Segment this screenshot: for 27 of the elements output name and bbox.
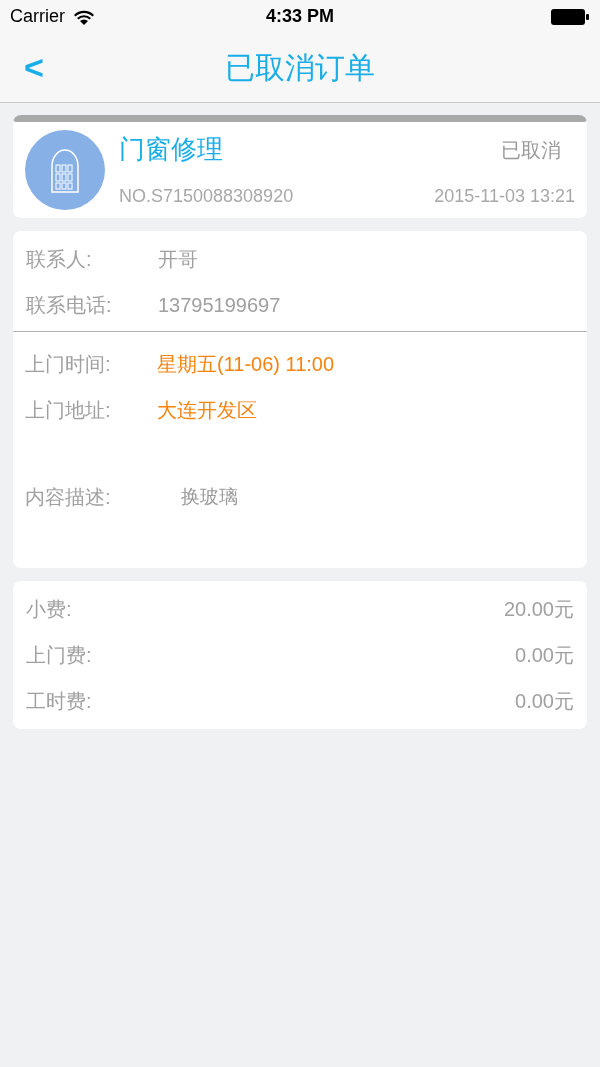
fee-label: 工时费: [26,689,92,714]
field-label: 上门地址: [25,398,112,423]
back-button[interactable]: < [24,47,44,87]
order-number: NO.S7150088308920 [119,185,294,208]
wifi-icon [73,8,95,25]
fee-label: 小费: [26,597,72,622]
field-label: 上门时间: [25,352,112,377]
fee-amount: 0.00元 [515,643,574,668]
field-label: 内容描述: [25,485,112,510]
battery-icon [550,7,590,26]
field-value: 13795199697 [158,293,281,318]
service-name: 门窗修理 [119,133,223,166]
status-time: 4:33 PM [266,5,334,28]
carrier-label: Carrier [10,5,65,28]
fee-amount: 20.00元 [503,597,574,622]
page-title: 已取消订单 [225,50,375,86]
field-label: 联系人: [26,247,93,272]
order-datetime: 2015-11-03 13:21 [434,185,575,208]
field-value: 开哥 [158,247,198,272]
field-label: 联系电话: [26,293,113,318]
field-value: 星期五(11-06) 11:00 [157,352,335,377]
fee-amount: 0.00元 [515,689,574,714]
fee-label: 上门费: [26,643,92,668]
description-text: 换玻璃 [181,484,238,509]
field-value: 大连开发区 [157,398,257,423]
door-icon [25,130,105,210]
order-status: 已取消 [501,137,561,163]
